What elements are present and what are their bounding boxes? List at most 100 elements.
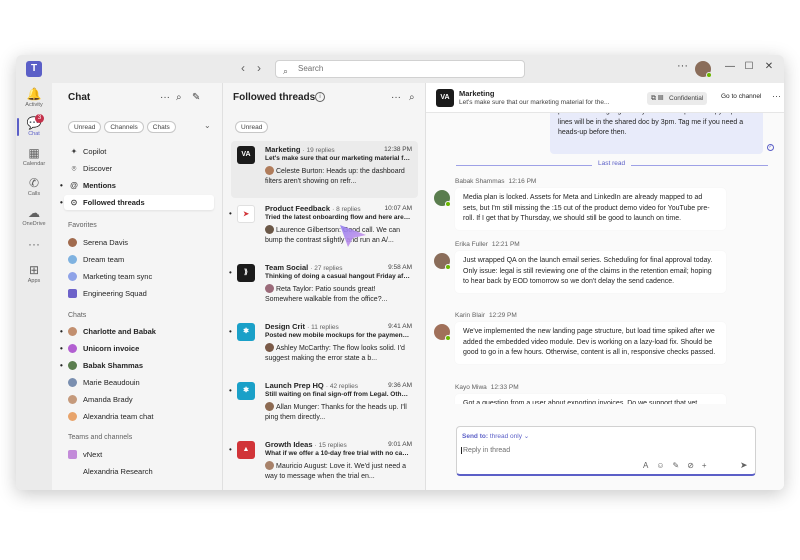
search-icon[interactable]: ⌕	[176, 92, 182, 103]
nav-followed-threads[interactable]: • ⊙ Followed threads	[60, 195, 214, 210]
chat-item-label: Amanda Brady	[83, 395, 133, 404]
message-text: promotional language until you see the u…	[558, 113, 752, 136]
rail-chat[interactable]: 💬 3 Chat	[16, 114, 52, 137]
message-author: Karin Blair	[455, 312, 485, 319]
avatar[interactable]	[434, 324, 451, 341]
thread-subject: Tried the latest onboarding flow and her…	[265, 214, 411, 221]
chat-item[interactable]: Engineering Squad	[64, 286, 214, 301]
channel-logo-icon: VA	[436, 89, 454, 107]
send-to-selector[interactable]: Send to: thread only ⌄	[462, 432, 529, 440]
forward-arrow-icon[interactable]: ›	[252, 61, 266, 75]
back-arrow-icon[interactable]: ‹	[236, 61, 250, 75]
chat-item[interactable]: Dream team	[64, 252, 214, 267]
chat-item[interactable]: Marketing team sync	[64, 269, 214, 284]
favorites-heading[interactable]: Favorites	[68, 222, 97, 229]
team-item[interactable]: vNext	[64, 447, 214, 462]
channel-item[interactable]: Alexandria Research	[64, 464, 214, 479]
rail-onedrive[interactable]: ☁ OneDrive	[16, 206, 52, 227]
message: Kayo Miwa 12:33 PM Got a question from a …	[434, 384, 774, 404]
filter-unread[interactable]: Unread	[68, 121, 102, 133]
channel-logo-icon: ➤	[237, 205, 255, 223]
thread-item[interactable]: • ✱ Launch Prep HQ · 42 replies 9:36 AM …	[229, 377, 418, 434]
rail-apps[interactable]: ⊞ Apps	[16, 263, 52, 284]
avatar	[68, 395, 77, 404]
chat-item[interactable]: • Charlotte and Babak	[60, 324, 214, 339]
avatar	[265, 284, 274, 293]
thread-item[interactable]: • ▲ Growth Ideas · 15 replies 9:01 AM Wh…	[229, 436, 418, 490]
message-time: 12:16 PM	[508, 178, 537, 185]
maximize-icon[interactable]: ☐	[743, 61, 755, 72]
chats-heading[interactable]: Chats	[68, 312, 86, 319]
chat-item[interactable]: Serena Davis	[64, 235, 214, 250]
chat-item[interactable]: • Unicorn invoice	[60, 341, 214, 356]
chevron-down-icon[interactable]: ⌄	[204, 121, 211, 130]
format-icon[interactable]: A	[643, 461, 648, 470]
chat-item[interactable]: Alexandria team chat	[64, 409, 214, 424]
chat-item-label: Marie Beaudouin	[83, 378, 140, 387]
rail-calls[interactable]: ✆ Calls	[16, 176, 52, 197]
emoji-icon[interactable]: ☺	[656, 461, 664, 470]
go-to-channel-button[interactable]: Go to channel	[721, 93, 761, 100]
send-to-value: thread only	[489, 433, 522, 440]
thread-subject: Still waiting on final sign-off from Leg…	[265, 391, 411, 398]
add-icon[interactable]: +	[702, 461, 707, 470]
chevron-down-icon: ⌄	[523, 433, 530, 440]
profile-avatar[interactable]	[695, 61, 712, 78]
chat-item[interactable]: • Babak Shammas	[60, 358, 214, 373]
send-icon[interactable]: ➤	[740, 460, 748, 471]
more-options-icon[interactable]: ···	[677, 60, 688, 72]
thread-subject: Thinking of doing a casual hangout Frida…	[265, 273, 411, 280]
avatar	[68, 289, 77, 298]
thread-item[interactable]: VA Marketing · 19 replies 12:38 PM Let's…	[231, 141, 418, 198]
thread-name: Design Crit · 11 replies	[265, 322, 339, 331]
search-input[interactable]: ⌕ Search	[275, 60, 525, 78]
nav-label: Discover	[83, 164, 113, 173]
avatar	[68, 344, 77, 353]
reply-input[interactable]: Reply in thread	[461, 447, 510, 454]
more-options-icon[interactable]: ···	[391, 92, 401, 103]
close-icon[interactable]: ✕	[763, 61, 775, 72]
unread-dot: •	[60, 181, 63, 190]
new-chat-icon[interactable]: ✎	[192, 92, 200, 103]
sticker-icon[interactable]: ✎	[673, 461, 680, 470]
filter-chats[interactable]: Chats	[146, 121, 176, 133]
thread-subject: What if we offer a 10-day free trial wit…	[265, 450, 411, 457]
avatar[interactable]	[434, 190, 451, 207]
chat-filters: Unread Channels Chats	[68, 121, 176, 133]
seen-check-icon: ✓	[767, 144, 774, 151]
rail-label: Calendar	[22, 161, 46, 167]
loop-icon[interactable]: ⊘	[687, 461, 694, 470]
search-icon[interactable]: ⌕	[409, 92, 415, 103]
nav-discover[interactable]: ⌾ Discover	[64, 161, 214, 176]
message-bubble: Media plan is locked. Assets for Meta an…	[455, 188, 726, 230]
nav-mentions[interactable]: • @ Mentions	[60, 178, 214, 193]
rail-calendar[interactable]: ▦ Calendar	[16, 146, 52, 167]
rail-activity[interactable]: 🔔 Activity	[16, 87, 52, 108]
thread-item[interactable]: • ✱ Design Crit · 11 replies 9:41 AM Pos…	[229, 318, 418, 375]
presence-dot	[445, 201, 451, 207]
more-options-icon[interactable]: ···	[160, 92, 170, 103]
minimize-icon[interactable]: —	[724, 61, 736, 72]
rail-more[interactable]: ···	[16, 237, 52, 251]
thread-item[interactable]: • ⟫ Team Social · 27 replies 9:58 AM Thi…	[229, 259, 418, 316]
thread-name: Launch Prep HQ · 42 replies	[265, 381, 358, 390]
discover-icon: ⌾	[71, 164, 77, 173]
sensitivity-label-button[interactable]: ⧉ ▤ Confidential	[647, 92, 708, 105]
chat-item[interactable]: Marie Beaudouin	[64, 375, 214, 390]
info-icon[interactable]: i	[315, 92, 325, 102]
avatar[interactable]	[434, 253, 451, 270]
teams-heading[interactable]: Teams and channels	[68, 434, 132, 441]
filter-unread[interactable]: Unread	[235, 121, 269, 133]
presence-dot	[706, 72, 712, 78]
reply-composer[interactable]: Send to: thread only ⌄ Reply in thread A…	[456, 426, 756, 476]
thread-item[interactable]: • ➤ Product Feedback · 8 replies 10:07 A…	[229, 200, 418, 257]
filter-channels[interactable]: Channels	[104, 121, 144, 133]
unread-dot: •	[229, 209, 232, 218]
bell-icon: 🔔	[26, 87, 42, 101]
more-options-icon[interactable]: ···	[772, 91, 781, 101]
nav-copilot[interactable]: ✦ Copilot	[64, 144, 214, 159]
chat-item-label: Alexandria team chat	[83, 412, 154, 421]
conversation-pane: VA Marketing Let's make sure that our ma…	[426, 83, 784, 490]
followed-threads-pane: Followed threads i ··· ⌕ Unread VA Marke…	[223, 83, 426, 490]
chat-item[interactable]: Amanda Brady	[64, 392, 214, 407]
